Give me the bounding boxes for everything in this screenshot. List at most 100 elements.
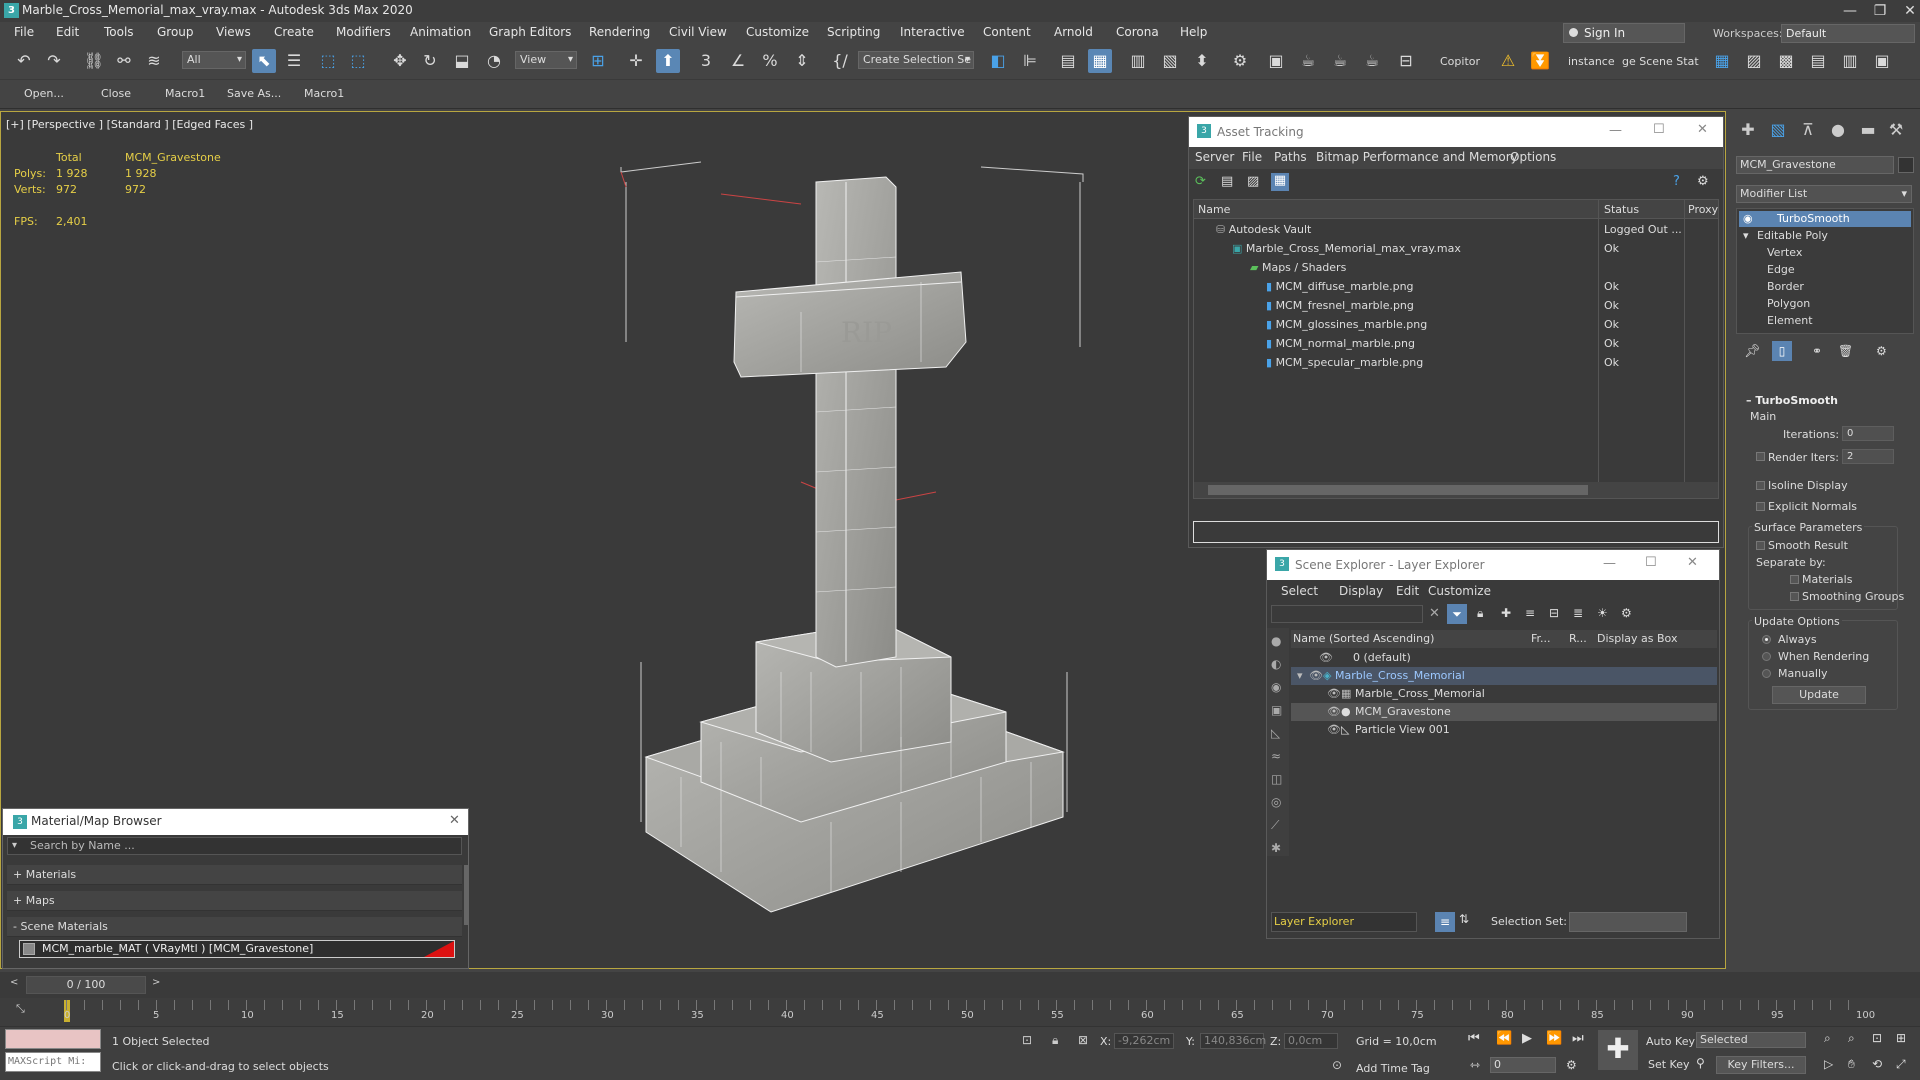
all-filter-icon[interactable]: ✱ [1271,841,1281,855]
sort-icon[interactable]: ⚙ [1621,606,1632,620]
display-tab-icon[interactable]: ▬ [1856,118,1880,142]
reference-coord-dropdown[interactable]: View [515,51,577,69]
warning-icon[interactable]: ⚠ [1496,49,1520,73]
render-iters-spinner[interactable]: 2 [1842,449,1894,464]
undo-icon[interactable]: ↶ [12,49,36,73]
asset-row-specular[interactable]: ▮ MCM_specular_marble.png [1266,353,1423,372]
asset-close-button[interactable]: ✕ [1697,122,1708,137]
settings-icon[interactable]: ⚙ [1697,174,1709,189]
asset-max-button[interactable]: ☐ [1653,122,1665,137]
align-icon[interactable]: ⊫ [1018,49,1042,73]
create-tab-icon[interactable]: ✚ [1736,118,1760,142]
refresh-icon[interactable]: ⟳ [1195,174,1210,189]
configure-sets-icon[interactable]: ⚙ [1876,344,1887,358]
asset-menu-paths[interactable]: Paths [1274,150,1307,164]
iterations-spinner[interactable]: 0 [1842,426,1894,441]
explicit-normals-checkbox[interactable] [1756,502,1765,511]
time-config-icon[interactable]: ⚙ [1566,1058,1577,1072]
orbit-icon[interactable]: ⟲ [1872,1057,1882,1071]
maxscript-listener-pink[interactable] [5,1029,101,1049]
material-editor-icon[interactable]: ⬍ [1190,49,1214,73]
render-iters-checkbox[interactable] [1756,452,1765,461]
light-icon[interactable]: ☀ [1597,606,1608,620]
geometry-filter-icon[interactable]: ● [1271,634,1281,648]
when-rendering-radio[interactable] [1762,652,1771,661]
utilities-tab-icon[interactable]: ⚒ [1884,118,1908,142]
placement-icon[interactable]: ◔ [482,49,506,73]
menu-edit[interactable]: Edit [56,25,79,39]
isoline-checkbox[interactable] [1756,481,1765,490]
asset-menu-bitmap[interactable]: Bitmap Performance and Memory [1316,150,1518,164]
list-view-icon[interactable]: ▤ [1221,174,1236,189]
stack-icon[interactable]: ≣ [1573,606,1583,620]
stack-editable-poly[interactable]: ▾ Editable Poly [1739,228,1911,244]
absolute-mode-icon[interactable]: ⊠ [1078,1033,1088,1047]
pan-icon[interactable]: ✋︎ [1848,1057,1855,1072]
asset-row-maxfile[interactable]: ▣ Marble_Cross_Memorial_max_vray.max [1232,239,1461,258]
menu-content[interactable]: Content [983,25,1031,39]
isolate-selection-icon[interactable]: ⊡ [1022,1033,1032,1047]
scene-menu-select[interactable]: Select [1281,584,1318,598]
update-button[interactable]: Update [1772,686,1866,704]
named-selection-dropdown[interactable]: Create Selection Se [858,51,974,69]
stack-polygon[interactable]: Polygon [1739,296,1911,312]
select-object-icon[interactable]: ⬉ [252,49,276,73]
move-icon[interactable]: ✥ [388,49,412,73]
maximize-viewport-icon[interactable]: ⤢ [1896,1057,1906,1072]
curve-editor-icon[interactable]: ▥ [1126,49,1150,73]
material-search-field[interactable]: ▾ Search by Name ... [7,837,462,855]
set-key-button[interactable]: Set Key [1648,1058,1690,1071]
object-row-particle-view[interactable]: 👁︎ ◺ Particle View 001 [1291,721,1717,739]
zoom-all-icon[interactable]: ⌕ [1848,1031,1855,1046]
layer-explorer-toggle-icon[interactable]: ≡ [1435,912,1455,932]
render-activeshade-icon[interactable]: ☕ [1360,49,1384,73]
mirror-icon[interactable]: ◧ [986,49,1010,73]
new-layer-icon[interactable]: ✚ [1501,606,1511,620]
scene-menu-edit[interactable]: Edit [1396,584,1419,598]
menu-tools[interactable]: Tools [104,25,134,39]
maxscript-mini-listener[interactable]: MAXScript Mi: [5,1052,101,1072]
previous-frame-icon[interactable]: ⏪ [1496,1031,1512,1046]
eye-icon[interactable]: 👁︎ [1319,649,1333,667]
stack-element[interactable]: Element [1739,313,1911,329]
sign-in-button[interactable]: Sign In [1563,23,1685,43]
scene-search-input[interactable] [1271,605,1423,623]
scene-close-button[interactable]: ✕ [1687,555,1698,570]
table-view-icon[interactable]: ▦ [1271,173,1289,191]
scene-menu-customize[interactable]: Customize [1428,584,1491,598]
menu-interactive[interactable]: Interactive [900,25,965,39]
pivot-center-icon[interactable]: ⊞ [586,49,610,73]
macro-macro1-a[interactable]: Macro1 [165,87,205,100]
asset-row-normal[interactable]: ▮ MCM_normal_marble.png [1266,334,1415,353]
helper-filter-icon[interactable]: ◺ [1271,726,1280,740]
snaps-toggle-icon[interactable]: 3 [694,49,718,73]
chevron-down-green-icon[interactable]: ⏬ [1528,49,1552,73]
stack-edge[interactable]: Edge [1739,262,1911,278]
rotate-icon[interactable]: ↻ [418,49,442,73]
menu-arnold[interactable]: Arnold [1054,25,1093,39]
spinner-snap-icon[interactable]: ⇕ [790,49,814,73]
section-materials[interactable]: + Materials [7,865,462,885]
modifier-list-dropdown[interactable]: Modifier List [1736,185,1912,203]
zoom-icon[interactable]: ⌕ [1824,1031,1831,1046]
extra-tool-2-icon[interactable]: ▨ [1742,49,1766,73]
remove-modifier-icon[interactable]: 🗑︎ [1838,344,1853,358]
macro-save-as[interactable]: Save As... [227,87,281,100]
menu-civil-view[interactable]: Civil View [669,25,727,39]
set-key-large-button[interactable]: ✚ [1598,1030,1638,1070]
thumbnail-view-icon[interactable]: ▨ [1247,174,1262,189]
next-frame-icon[interactable]: ⏩ [1546,1031,1562,1046]
selection-lock-icon[interactable]: 🔒︎ [1052,1033,1058,1048]
col-status[interactable]: Status [1604,200,1639,219]
menu-help[interactable]: Help [1180,25,1207,39]
explorer-selector[interactable]: Layer Explorer [1271,912,1417,932]
asset-row-maps[interactable]: ▰ Maps / Shaders [1250,258,1346,277]
asset-hscrollbar[interactable] [1194,482,1718,498]
viewport-label[interactable]: [+] [Perspective ] [Standard ] [Edged Fa… [6,118,253,131]
key-filters-icon[interactable]: ⚲ [1696,1056,1705,1070]
object-color-swatch[interactable] [1898,157,1914,173]
menu-rendering[interactable]: Rendering [589,25,650,39]
play-icon[interactable]: ▶ [1522,1031,1532,1046]
x-coordinate-field[interactable]: -9,262cm [1114,1033,1174,1049]
percent-snap-icon[interactable]: % [758,49,782,73]
